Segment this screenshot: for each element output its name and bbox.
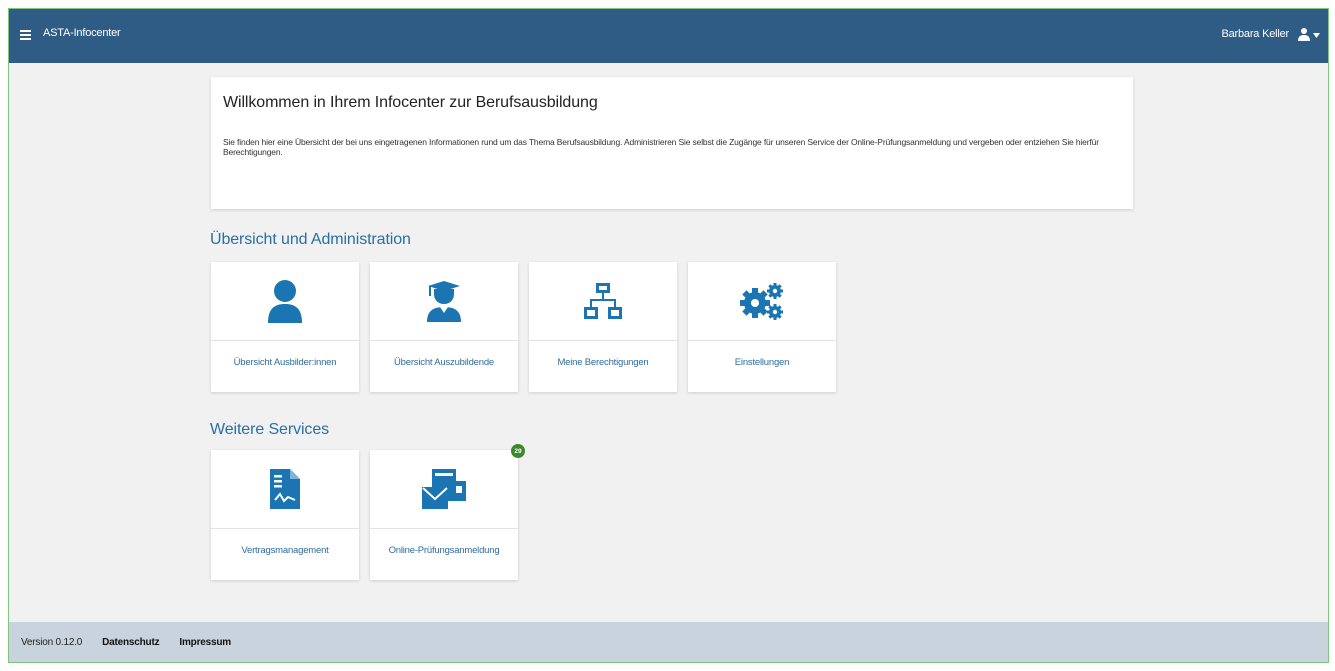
tile-label: Online-Prüfungsanmeldung <box>388 545 500 556</box>
tile-settings[interactable]: Einstellungen <box>688 262 836 392</box>
contract-document-icon <box>270 469 300 509</box>
tile-label: Vertragsmanagement <box>241 545 329 556</box>
hamburger-menu-icon[interactable] <box>20 30 31 40</box>
mail-form-icon <box>422 469 466 509</box>
tile-online-exam-registration[interactable]: Online-Prüfungsanmeldung <box>370 450 518 580</box>
tile-label: Einstellungen <box>734 357 790 368</box>
welcome-title: Willkommen in Ihrem Infocenter zur Beruf… <box>223 94 598 111</box>
imprint-link[interactable]: Impressum <box>179 637 231 648</box>
tile-trainers-overview[interactable]: Übersicht Ausbilder:innen <box>211 262 359 392</box>
privacy-link[interactable]: Datenschutz <box>102 637 159 648</box>
gears-icon <box>740 283 783 320</box>
chevron-down-icon <box>1313 32 1320 38</box>
graduate-icon <box>427 281 461 322</box>
user-icon <box>1298 28 1310 41</box>
app-frame: ASTA-Infocenter Barbara Keller Willkomme… <box>8 8 1329 663</box>
tile-label: Übersicht Auszubildende <box>394 357 494 368</box>
tile-trainees-overview[interactable]: Übersicht Auszubildende <box>370 262 518 392</box>
version-text: Version 0.12.0 <box>21 636 83 648</box>
section-title-administration: Übersicht und Administration <box>210 231 411 248</box>
tile-my-permissions[interactable]: Meine Berechtigungen <box>529 262 677 392</box>
app-title[interactable]: ASTA-Infocenter <box>43 27 121 39</box>
user-name: Barbara Keller <box>1221 28 1289 40</box>
footer: Version 0.12.0 Datenschutz Impressum <box>9 622 1328 662</box>
notification-count-badge: 29 <box>511 444 525 458</box>
tile-label: Meine Berechtigungen <box>557 357 649 368</box>
person-icon <box>268 280 302 323</box>
section-title-services: Weitere Services <box>210 421 330 438</box>
user-menu[interactable]: Barbara Keller <box>1221 25 1320 43</box>
welcome-description: Sie finden hier eine Übersicht der bei u… <box>223 137 1099 157</box>
tile-contract-management[interactable]: Vertragsmanagement <box>211 450 359 580</box>
top-navigation-bar: ASTA-Infocenter Barbara Keller <box>9 9 1328 63</box>
welcome-card: Willkommen in Ihrem Infocenter zur Beruf… <box>211 77 1133 209</box>
network-icon <box>584 283 622 319</box>
tile-label: Übersicht Ausbilder:innen <box>233 357 337 368</box>
